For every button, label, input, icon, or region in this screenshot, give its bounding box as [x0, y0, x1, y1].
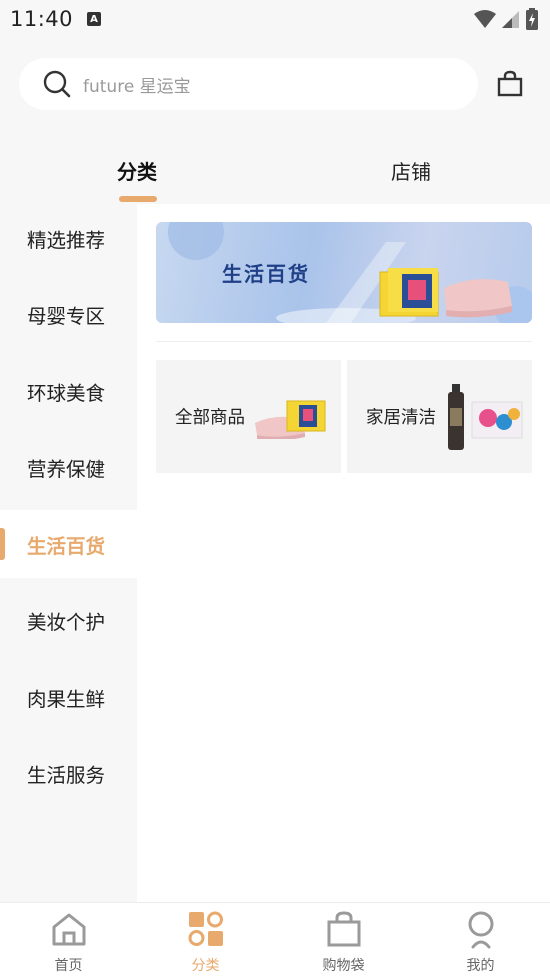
category-card-home-cleaning[interactable]: 家居清洁	[347, 360, 532, 473]
sidebar-item-label: 母婴专区	[27, 304, 106, 328]
category-sidebar: 精选推荐 母婴专区 环球美食 营养保健 生活百货 美妆个护 肉果生鲜 生活服务	[0, 204, 137, 902]
search-input[interactable]: future 星运宝	[19, 58, 478, 110]
cleaning-product-image	[448, 383, 523, 450]
notification-icon: A	[87, 12, 102, 26]
status-time: 11:40	[10, 7, 74, 31]
category-content: 生活百货 全部商品 家居清洁	[137, 204, 550, 902]
nav-profile[interactable]: 我的	[412, 903, 549, 979]
category-card-all-goods[interactable]: 全部商品	[156, 360, 341, 473]
home-icon	[52, 913, 85, 946]
battery-icon	[526, 8, 538, 30]
sidebar-item-label: 美妆个护	[27, 610, 106, 634]
banner-product-boxes	[379, 268, 439, 317]
category-banner[interactable]: 生活百货	[156, 222, 532, 323]
sidebar-item-daily-goods[interactable]: 生活百货	[0, 510, 137, 578]
active-indicator	[0, 528, 5, 560]
sidebar-item-label: 营养保健	[27, 457, 106, 481]
divider	[156, 341, 532, 342]
sidebar-item-label: 生活百货	[27, 534, 106, 558]
category-card-label: 全部商品	[175, 408, 245, 428]
shopping-bag-icon	[327, 911, 360, 947]
sidebar-item-global-food[interactable]: 环球美食	[0, 357, 137, 425]
tab-category[interactable]: 分类	[117, 156, 157, 185]
nav-home[interactable]: 首页	[0, 903, 137, 979]
banner-decoration	[168, 222, 532, 323]
nav-label: 购物袋	[322, 958, 365, 974]
tab-shop[interactable]: 店铺	[391, 156, 431, 185]
nav-label: 首页	[54, 958, 83, 974]
bottom-navigation: 首页 分类 购物袋 我的	[0, 902, 550, 979]
tab-indicator	[119, 196, 157, 202]
sidebar-item-services[interactable]: 生活服务	[0, 739, 137, 807]
sidebar-item-label: 肉果生鲜	[27, 687, 106, 711]
search-row: future 星运宝	[0, 58, 550, 110]
sidebar-item-beauty[interactable]: 美妆个护	[0, 586, 137, 654]
signal-icon	[502, 11, 519, 28]
status-bar: 11:40 A	[0, 0, 550, 38]
banner-towel	[444, 279, 512, 318]
category-icon	[188, 911, 223, 946]
shopping-bag-icon[interactable]	[496, 70, 524, 98]
sidebar-item-label: 精选推荐	[27, 228, 106, 252]
sidebar-item-label: 生活服务	[27, 763, 106, 787]
category-card-label: 家居清洁	[366, 408, 436, 428]
nav-shopping-bag[interactable]: 购物袋	[275, 903, 412, 979]
banner-title: 生活百货	[222, 262, 310, 286]
tab-bar: 分类 店铺	[0, 142, 550, 204]
sidebar-item-label: 环球美食	[27, 381, 106, 405]
nav-label: 分类	[191, 958, 220, 974]
search-placeholder: future 星运宝	[83, 76, 191, 97]
profile-icon	[468, 911, 493, 949]
status-icons	[474, 8, 538, 30]
sidebar-item-nutrition[interactable]: 营养保健	[0, 433, 137, 501]
sidebar-item-mother-baby[interactable]: 母婴专区	[0, 280, 137, 348]
sidebar-item-featured[interactable]: 精选推荐	[0, 204, 137, 272]
search-icon	[43, 70, 71, 98]
wifi-icon	[474, 10, 496, 28]
nav-category[interactable]: 分类	[137, 903, 274, 979]
nav-label: 我的	[466, 958, 495, 974]
towel-product-image	[255, 400, 326, 439]
sidebar-item-fresh[interactable]: 肉果生鲜	[0, 663, 137, 731]
